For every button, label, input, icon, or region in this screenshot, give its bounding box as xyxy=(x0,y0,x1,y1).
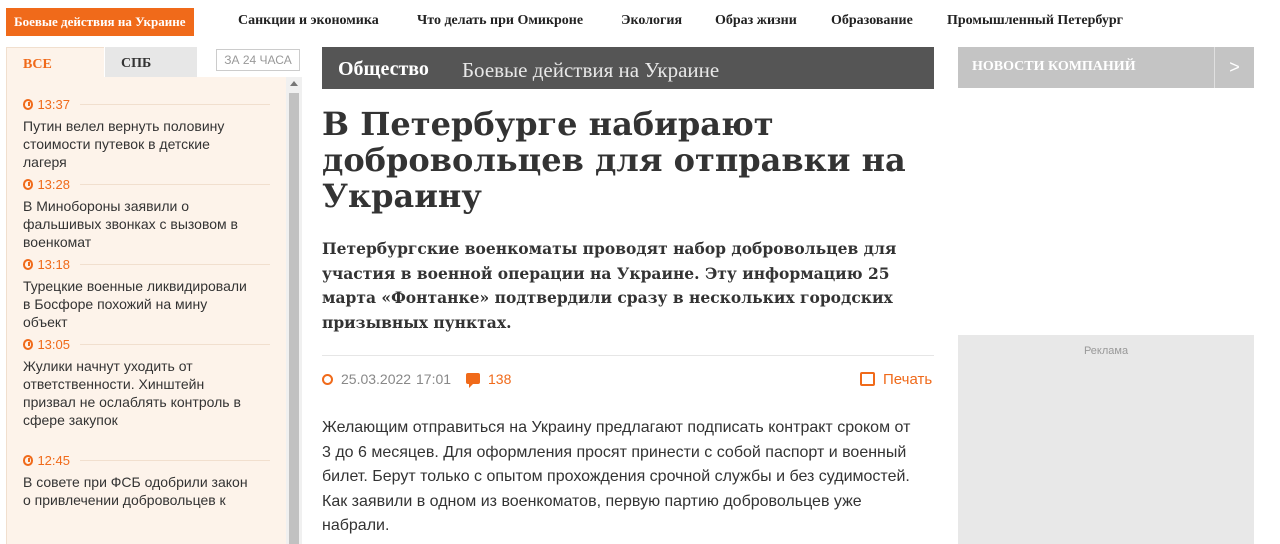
feed-item[interactable]: 12:45 В совете при ФСБ одобрили закон о … xyxy=(23,453,270,509)
nav-item-education[interactable]: Образование xyxy=(831,13,913,29)
article-body: Желающим отправиться на Украину предлага… xyxy=(322,419,911,534)
nav-item-omicron[interactable]: Что делать при Омикроне xyxy=(417,13,583,29)
print-link[interactable]: Печать xyxy=(883,371,932,388)
section-bar: Общество Боевые действия на Украине xyxy=(322,47,934,89)
feed-item-time: 13:05 xyxy=(37,337,70,352)
clock-icon xyxy=(23,179,34,190)
feed-item-title[interactable]: В совете при ФСБ одобрили закон о привле… xyxy=(23,473,253,509)
article-lead: Петербургские военкоматы проводят набор … xyxy=(322,239,897,332)
subsection-name[interactable]: Боевые действия на Украине xyxy=(462,58,719,83)
scrollbar-thumb[interactable] xyxy=(289,93,299,544)
clock-icon xyxy=(23,99,34,110)
feed-scrollbar[interactable] xyxy=(286,77,302,544)
clock-icon xyxy=(23,259,34,270)
feed-tabs: ВСЕ СПБ ЗА 24 ЧАСА xyxy=(6,47,302,77)
feed-item-time: 12:45 xyxy=(37,453,70,468)
article-time: 17:01 xyxy=(416,371,452,387)
feed-item-title[interactable]: Путин велел вернуть половину стоимости п… xyxy=(23,117,253,171)
feed-item[interactable]: 13:28 В Минобороны заявили о фальшивых з… xyxy=(23,177,270,251)
top-navigation: Боевые действия на Украине Санкции и эко… xyxy=(0,0,1280,44)
nav-item-sanctions[interactable]: Санкции и экономика xyxy=(238,13,379,29)
next-arrow-icon[interactable]: > xyxy=(1214,47,1254,88)
feed-list: 13:37 Путин велел вернуть половину стоим… xyxy=(6,77,286,544)
section-name[interactable]: Общество xyxy=(338,58,429,81)
news-companies-label[interactable]: НОВОСТИ КОМПАНИЙ xyxy=(972,59,1136,75)
print-icon[interactable] xyxy=(860,372,875,386)
news-feed: ВСЕ СПБ ЗА 24 ЧАСА 13:37 Путин велел вер… xyxy=(6,47,302,544)
article-headline: В Петербурге набирают добровольцев для о… xyxy=(322,105,906,215)
news-companies-header[interactable]: НОВОСТИ КОМПАНИЙ > xyxy=(958,47,1254,88)
divider xyxy=(322,355,934,356)
tab-24-hours[interactable]: ЗА 24 ЧАСА xyxy=(216,49,300,71)
clock-icon xyxy=(322,374,333,385)
nav-item-active[interactable]: Боевые действия на Украине xyxy=(6,8,194,36)
clock-icon xyxy=(23,455,34,466)
ad-block[interactable]: Реклама xyxy=(958,335,1254,544)
comment-count[interactable]: 138 xyxy=(488,371,511,387)
feed-item-title[interactable]: Жулики начнут уходить от ответственности… xyxy=(23,357,253,429)
article-date: 25.03.2022 xyxy=(341,371,412,387)
tab-all[interactable]: ВСЕ xyxy=(6,47,104,77)
comment-icon[interactable] xyxy=(466,373,480,388)
nav-item-ecology[interactable]: Экология xyxy=(621,13,682,29)
feed-item[interactable]: 13:37 Путин велел вернуть половину стоим… xyxy=(23,97,270,171)
nav-item-industrial[interactable]: Промышленный Петербург xyxy=(947,13,1123,29)
article-meta: 25.03.2022 17:01 138 Печать xyxy=(322,371,934,389)
feed-item[interactable]: 13:05 Жулики начнут уходить от ответстве… xyxy=(23,337,270,429)
feed-item-time: 13:28 xyxy=(37,177,70,192)
clock-icon xyxy=(23,339,34,350)
ad-label: Реклама xyxy=(1083,345,1129,357)
feed-item-title[interactable]: Турецкие военные ликвидировали в Босфоре… xyxy=(23,277,253,331)
feed-item[interactable]: 13:18 Турецкие военные ликвидировали в Б… xyxy=(23,257,270,331)
scroll-up-icon[interactable] xyxy=(290,81,298,86)
nav-item-lifestyle[interactable]: Образ жизни xyxy=(715,13,797,29)
feed-item-time: 13:37 xyxy=(37,97,70,112)
feed-item-time: 13:18 xyxy=(37,257,70,272)
tab-spb[interactable]: СПБ xyxy=(105,47,197,77)
feed-item-title[interactable]: В Минобороны заявили о фальшивых звонках… xyxy=(23,197,253,251)
